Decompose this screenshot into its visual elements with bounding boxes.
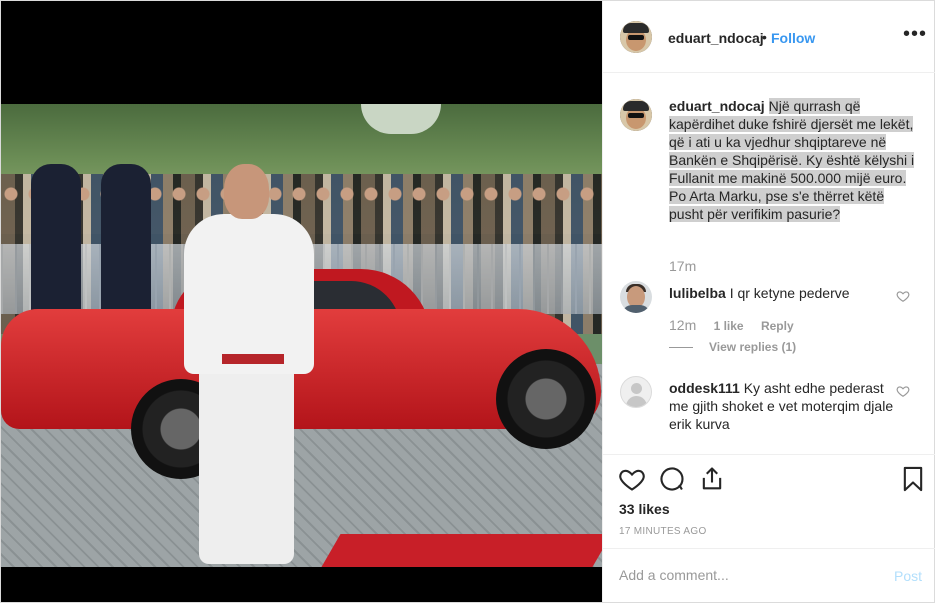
author-avatar[interactable] xyxy=(620,21,652,53)
comment-like-heart-icon[interactable] xyxy=(896,289,910,303)
add-comment-bar: Post xyxy=(603,548,935,602)
caption-text: Një qurrash që kapërdihet duke fshirë dj… xyxy=(669,98,915,222)
post-caption: eduart_ndocaj Një qurrash që kapërdihet … xyxy=(669,97,919,223)
comment-item: oddesk111 Ky asht edhe pederast me gjith… xyxy=(669,379,899,433)
caption-username[interactable]: eduart_ndocaj xyxy=(669,98,765,114)
comment-time[interactable]: 12m xyxy=(669,317,696,333)
more-options-icon[interactable]: ••• xyxy=(903,23,927,46)
view-replies-button[interactable]: View replies (1) xyxy=(669,340,796,354)
commenter-avatar[interactable] xyxy=(620,281,652,313)
comment-item: lulibelba I qr ketyne pederve xyxy=(669,284,899,302)
bookmark-icon[interactable] xyxy=(899,465,927,493)
post-timestamp[interactable]: 17 MINUTES AGO xyxy=(619,526,707,537)
post-header: eduart_ndocaj • Follow ••• xyxy=(603,1,935,73)
share-icon[interactable] xyxy=(698,465,726,493)
add-comment-input[interactable] xyxy=(619,567,869,583)
heart-icon[interactable] xyxy=(618,465,646,493)
comment-icon[interactable] xyxy=(658,465,686,493)
comment-reply-button[interactable]: Reply xyxy=(761,319,794,333)
comment-meta: 12m 1 like Reply xyxy=(669,317,808,333)
author-username[interactable]: eduart_ndocaj xyxy=(668,30,764,46)
post-comment-button[interactable]: Post xyxy=(894,568,922,584)
comment-username[interactable]: lulibelba xyxy=(669,285,726,301)
comment-like-heart-icon[interactable] xyxy=(896,384,910,398)
photo-man-in-white xyxy=(184,164,314,564)
comment-username[interactable]: oddesk111 xyxy=(669,380,740,396)
separator-dot: • xyxy=(762,29,767,45)
comment-text: I qr ketyne pederve xyxy=(729,285,850,301)
post-side-panel: eduart_ndocaj • Follow ••• eduart_ndocaj… xyxy=(602,1,935,602)
likes-count[interactable]: 33 likes xyxy=(619,501,670,517)
caption-avatar[interactable] xyxy=(620,99,652,131)
comments-section: eduart_ndocaj Një qurrash që kapërdihet … xyxy=(603,74,935,454)
comment-likes[interactable]: 1 like xyxy=(714,319,744,333)
view-replies-line xyxy=(669,347,693,349)
caption-time[interactable]: 17m xyxy=(669,258,696,274)
follow-button[interactable]: Follow xyxy=(771,30,815,46)
post-photo xyxy=(1,104,602,567)
commenter-avatar[interactable] xyxy=(620,376,652,408)
view-replies-label: View replies (1) xyxy=(709,340,797,354)
post-media[interactable] xyxy=(1,1,602,602)
photo-red-carpet xyxy=(321,534,602,567)
